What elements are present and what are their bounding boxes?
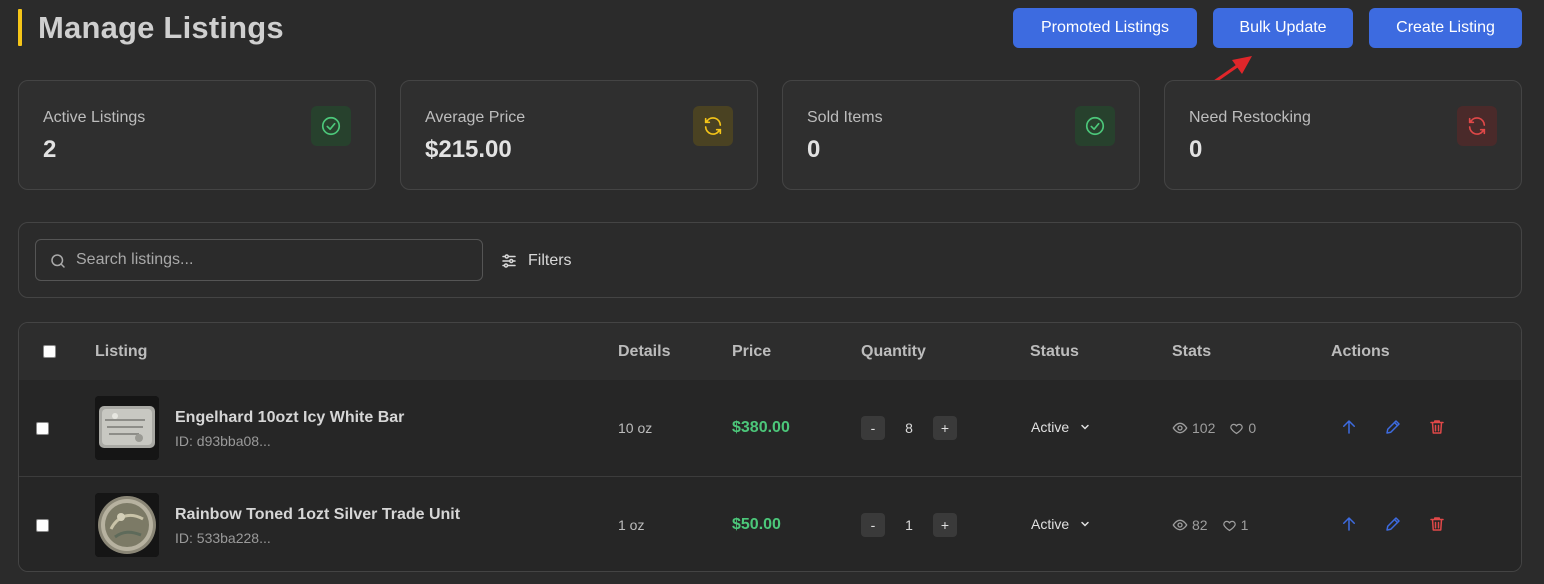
status-value: Active xyxy=(1031,516,1070,532)
listing-title[interactable]: Rainbow Toned 1ozt Silver Trade Unit xyxy=(175,506,460,524)
promoted-listings-button[interactable]: Promoted Listings xyxy=(1013,8,1197,48)
delete-trash-icon[interactable] xyxy=(1427,514,1447,534)
chevron-down-icon xyxy=(1081,521,1089,527)
sliders-icon xyxy=(502,254,516,268)
column-header-price: Price xyxy=(732,343,772,360)
column-header-stats: Stats xyxy=(1172,343,1212,360)
stat-label: Active Listings xyxy=(43,109,146,126)
filters-label: Filters xyxy=(528,252,572,269)
column-header-listing: Listing xyxy=(95,343,148,360)
table-row: Rainbow Toned 1ozt Silver Trade Unit ID:… xyxy=(19,477,1521,571)
row-checkbox[interactable] xyxy=(36,519,49,532)
eye-icon xyxy=(1172,519,1188,531)
likes-count: 0 xyxy=(1248,420,1257,436)
listing-details: 1 oz xyxy=(618,517,645,533)
quantity-value: 8 xyxy=(905,420,913,436)
views-count: 82 xyxy=(1192,517,1208,533)
column-header-details: Details xyxy=(618,343,671,360)
page-title: Manage Listings xyxy=(38,10,284,45)
search-panel: Filters xyxy=(18,222,1522,298)
stat-card-need-restocking: Need Restocking 0 xyxy=(1164,80,1522,190)
listing-details: 10 oz xyxy=(618,420,653,436)
status-value: Active xyxy=(1031,419,1070,435)
quantity-increment-button[interactable]: + xyxy=(933,416,957,440)
listing-thumbnail[interactable] xyxy=(95,396,159,460)
listing-id: ID: d93bba08... xyxy=(175,433,271,449)
eye-icon xyxy=(1172,422,1188,434)
delete-trash-icon[interactable] xyxy=(1427,417,1447,437)
promote-arrow-up-icon[interactable] xyxy=(1339,514,1359,534)
status-select[interactable]: Active xyxy=(1031,419,1091,435)
search-field[interactable] xyxy=(35,239,483,281)
stat-card-average-price: Average Price $215.00 xyxy=(400,80,758,190)
column-header-actions: Actions xyxy=(1331,343,1390,360)
quantity-decrement-button[interactable]: - xyxy=(861,513,885,537)
heart-icon xyxy=(1230,423,1244,434)
quantity-decrement-button[interactable]: - xyxy=(861,416,885,440)
refresh-icon xyxy=(1457,106,1497,146)
promote-arrow-up-icon[interactable] xyxy=(1339,417,1359,437)
stat-label: Sold Items xyxy=(807,109,883,126)
listing-stats: 102 0 xyxy=(1172,420,1270,436)
search-input[interactable] xyxy=(76,240,476,280)
stat-value: 0 xyxy=(1189,136,1203,163)
stat-value: $215.00 xyxy=(425,136,512,163)
table-row: Engelhard 10ozt Icy White Bar ID: d93bba… xyxy=(19,380,1521,477)
stat-card-sold-items: Sold Items 0 xyxy=(782,80,1140,190)
row-checkbox[interactable] xyxy=(36,422,49,435)
check-circle-icon xyxy=(311,106,351,146)
listings-table: Listing Details Price Quantity Status St… xyxy=(18,322,1522,572)
table-header: Listing Details Price Quantity Status St… xyxy=(19,323,1521,380)
status-select[interactable]: Active xyxy=(1031,516,1091,532)
likes-count: 1 xyxy=(1240,517,1249,533)
stat-value: 2 xyxy=(43,136,57,163)
listing-title[interactable]: Engelhard 10ozt Icy White Bar xyxy=(175,409,404,427)
listing-id: ID: 533ba228... xyxy=(175,530,271,546)
refresh-icon xyxy=(693,106,733,146)
title-accent-bar xyxy=(18,9,22,46)
chevron-down-icon xyxy=(1081,424,1089,430)
stat-value: 0 xyxy=(807,136,821,163)
listing-thumbnail[interactable] xyxy=(95,493,159,557)
heart-icon xyxy=(1222,520,1236,531)
quantity-increment-button[interactable]: + xyxy=(933,513,957,537)
create-listing-button[interactable]: Create Listing xyxy=(1369,8,1522,48)
views-count: 102 xyxy=(1192,420,1216,436)
stat-label: Average Price xyxy=(425,109,526,126)
check-circle-icon xyxy=(1075,106,1115,146)
edit-pencil-icon[interactable] xyxy=(1383,417,1403,437)
edit-pencil-icon[interactable] xyxy=(1383,514,1403,534)
stat-label: Need Restocking xyxy=(1189,109,1311,126)
column-header-status: Status xyxy=(1030,343,1079,360)
column-header-quantity: Quantity xyxy=(861,343,926,360)
quantity-value: 1 xyxy=(905,517,913,533)
search-icon xyxy=(51,254,65,268)
listing-price: $380.00 xyxy=(732,419,790,436)
bulk-update-button[interactable]: Bulk Update xyxy=(1213,8,1353,48)
listing-stats: 82 1 xyxy=(1172,517,1262,533)
filters-button[interactable]: Filters xyxy=(500,249,572,273)
stat-card-active-listings: Active Listings 2 xyxy=(18,80,376,190)
select-all-checkbox[interactable] xyxy=(43,345,56,358)
listing-price: $50.00 xyxy=(732,516,781,533)
